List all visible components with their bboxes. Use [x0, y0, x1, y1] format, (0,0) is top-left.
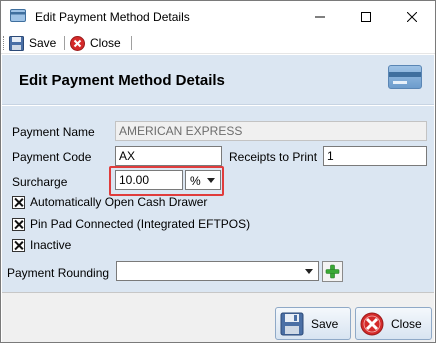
minimize-button[interactable] — [297, 1, 343, 32]
minimize-icon — [315, 16, 325, 17]
close-icon — [407, 11, 417, 22]
payment-code-label: Payment Code — [12, 150, 92, 164]
checkbox-check-icon — [12, 195, 25, 209]
form-panel: Payment Name AMERICAN EXPRESS Payment Co… — [2, 106, 434, 292]
checkbox-check-icon — [12, 238, 25, 252]
pin-pad-checkbox[interactable]: Pin Pad Connected (Integrated EFTPOS) — [12, 217, 250, 231]
receipts-to-print-field[interactable]: 1 — [323, 146, 427, 166]
dialog-header: Edit Payment Method Details — [2, 55, 434, 105]
window-title: Edit Payment Method Details — [35, 10, 190, 24]
close-circle-icon — [360, 312, 384, 335]
page-title: Edit Payment Method Details — [19, 72, 225, 89]
auto-open-drawer-checkbox[interactable]: Automatically Open Cash Drawer — [12, 195, 207, 209]
payment-rounding-label: Payment Rounding — [7, 266, 110, 280]
close-button-label: Close — [391, 316, 422, 331]
payment-name-field: AMERICAN EXPRESS — [115, 121, 427, 141]
toolbar-save-label: Save — [29, 36, 57, 50]
toolbar-close-label: Close — [90, 36, 121, 50]
auto-open-drawer-label: Automatically Open Cash Drawer — [30, 195, 208, 209]
window-close-button[interactable] — [389, 1, 435, 32]
checkbox-check-icon — [12, 217, 25, 231]
dialog-footer: Save Close — [2, 292, 434, 342]
save-button-label: Save — [311, 316, 339, 331]
add-rounding-button[interactable] — [322, 261, 343, 282]
floppy-disk-icon — [9, 35, 24, 51]
floppy-disk-icon — [280, 312, 304, 335]
maximize-button[interactable] — [343, 1, 389, 32]
dialog-window: Edit Payment Method Details Save Close E… — [0, 0, 436, 343]
receipts-to-print-label: Receipts to Print — [229, 150, 318, 164]
toolbar: Save Close — [1, 32, 435, 54]
chevron-down-icon — [305, 269, 313, 274]
credit-card-icon — [388, 65, 422, 89]
surcharge-highlight — [109, 166, 224, 196]
toolbar-separator — [64, 36, 65, 50]
toolbar-save-button[interactable]: Save — [9, 34, 56, 52]
toolbar-close-button[interactable]: Close — [70, 34, 121, 52]
title-bar: Edit Payment Method Details — [1, 1, 435, 32]
credit-card-app-icon — [10, 9, 26, 22]
plus-icon — [325, 264, 340, 279]
maximize-icon — [361, 11, 371, 22]
payment-name-label: Payment Name — [12, 125, 95, 139]
toolbar-separator — [131, 36, 132, 50]
toolbar-grip[interactable] — [3, 36, 6, 50]
close-button[interactable]: Close — [355, 307, 432, 340]
save-button[interactable]: Save — [275, 307, 351, 340]
payment-rounding-dropdown[interactable] — [116, 261, 319, 281]
inactive-checkbox[interactable]: Inactive — [12, 238, 71, 252]
payment-code-field[interactable]: AX — [115, 146, 222, 166]
pin-pad-label: Pin Pad Connected (Integrated EFTPOS) — [30, 217, 251, 231]
close-circle-icon — [70, 35, 85, 51]
inactive-label: Inactive — [30, 238, 72, 252]
surcharge-label: Surcharge — [12, 175, 68, 189]
